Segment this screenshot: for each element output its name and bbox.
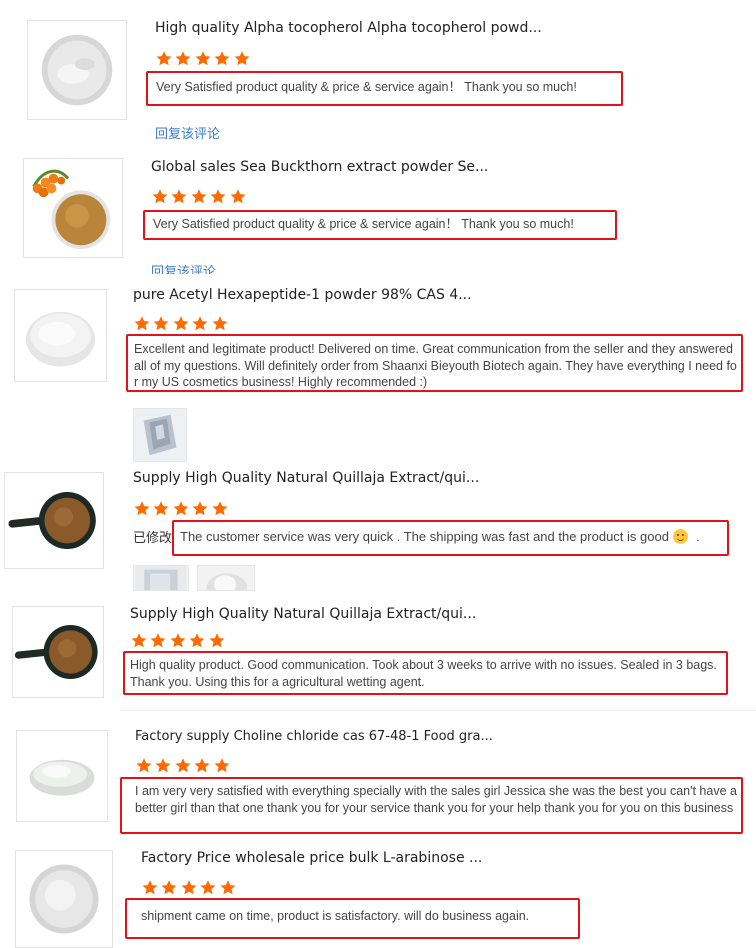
white-powder-pile-image xyxy=(16,851,112,947)
review-card: Factory Price wholesale price bulk L-ara… xyxy=(0,840,756,948)
review-card: Supply High Quality Natural Quillaja Ext… xyxy=(0,465,756,605)
rating-stars xyxy=(141,879,238,896)
review-comment: The customer service was very quick . Th… xyxy=(172,520,729,556)
star-icon xyxy=(208,632,226,649)
reply-link[interactable]: 回复该评论 xyxy=(151,261,216,274)
star-icon xyxy=(219,879,237,896)
product-title[interactable]: Supply High Quality Natural Quillaja Ext… xyxy=(130,606,476,622)
star-icon xyxy=(213,50,231,67)
product-thumbnail[interactable] xyxy=(23,158,123,258)
product-thumbnail[interactable] xyxy=(12,606,104,698)
brown-powder-pan-image xyxy=(6,473,102,568)
star-icon xyxy=(180,879,198,896)
review-comment: Very Satisfied product quality & price &… xyxy=(146,71,623,106)
star-icon xyxy=(174,757,192,774)
rating-stars xyxy=(155,50,252,67)
review-comment: Very Satisfied product quality & price &… xyxy=(143,210,617,240)
reply-link[interactable]: 回复该评论 xyxy=(155,123,220,142)
star-icon xyxy=(169,632,187,649)
star-icon xyxy=(172,315,190,332)
product-thumbnail[interactable] xyxy=(4,472,104,569)
review-comment: Excellent and legitimate product! Delive… xyxy=(126,334,743,392)
star-icon xyxy=(151,188,169,205)
white-powder-photo xyxy=(199,566,253,590)
star-icon xyxy=(141,879,159,896)
star-icon xyxy=(170,188,188,205)
review-comment: I am very very satisfied with everything… xyxy=(120,777,743,834)
star-icon xyxy=(211,500,229,517)
review-card: High quality Alpha tocopherol Alpha toco… xyxy=(0,0,756,145)
review-attachment-image[interactable] xyxy=(133,408,187,462)
star-icon xyxy=(133,500,151,517)
rating-stars xyxy=(151,188,248,205)
product-thumbnail[interactable] xyxy=(16,730,108,822)
review-comment-suffix: . xyxy=(695,529,700,544)
star-icon xyxy=(233,50,251,67)
product-title[interactable]: Global sales Sea Buckthorn extract powde… xyxy=(151,159,488,175)
rating-stars xyxy=(133,500,230,517)
star-icon xyxy=(193,757,211,774)
white-powder-bowl-image xyxy=(15,290,106,381)
rating-stars xyxy=(130,632,227,649)
product-thumbnail[interactable] xyxy=(15,850,113,948)
review-comment: shipment came on time, product is satisf… xyxy=(125,898,580,939)
rating-stars xyxy=(133,315,230,332)
star-icon xyxy=(174,50,192,67)
product-thumbnail[interactable] xyxy=(27,20,127,120)
review-card: pure Acetyl Hexapeptide-1 powder 98% CAS… xyxy=(0,275,756,465)
star-icon xyxy=(190,188,208,205)
review-comment-text: The customer service was very quick . Th… xyxy=(180,529,669,544)
review-attachment-image[interactable] xyxy=(197,565,255,591)
white-powder-image xyxy=(28,21,126,119)
star-icon xyxy=(160,879,178,896)
white-powder-dish-image xyxy=(17,731,107,821)
review-attachment-image[interactable] xyxy=(133,565,189,591)
brown-powder-pan-image xyxy=(13,607,103,697)
product-thumbnail[interactable] xyxy=(14,289,107,382)
star-icon xyxy=(229,188,247,205)
star-icon xyxy=(194,50,212,67)
brown-powder-with-berries-image xyxy=(24,159,122,257)
star-icon xyxy=(152,315,170,332)
star-icon xyxy=(199,879,217,896)
modified-label: 已修改 xyxy=(133,530,173,545)
star-icon xyxy=(130,632,148,649)
star-icon xyxy=(191,315,209,332)
star-icon xyxy=(154,757,172,774)
review-card: Global sales Sea Buckthorn extract powde… xyxy=(0,145,756,275)
powder-bag-photo xyxy=(135,566,187,590)
star-icon xyxy=(172,500,190,517)
smile-emoji-icon xyxy=(672,529,688,544)
review-comment: High quality product. Good communication… xyxy=(123,651,728,695)
product-title[interactable]: Factory Price wholesale price bulk L-ara… xyxy=(141,850,482,866)
foil-bag-photo xyxy=(134,409,186,461)
star-icon xyxy=(155,50,173,67)
star-icon xyxy=(149,632,167,649)
product-title[interactable]: Supply High Quality Natural Quillaja Ext… xyxy=(133,470,479,486)
star-icon xyxy=(135,757,153,774)
product-title[interactable]: pure Acetyl Hexapeptide-1 powder 98% CAS… xyxy=(133,287,472,303)
review-card: Factory supply Choline chloride cas 67-4… xyxy=(0,715,756,840)
star-icon xyxy=(152,500,170,517)
product-title[interactable]: High quality Alpha tocopherol Alpha toco… xyxy=(155,20,542,36)
star-icon xyxy=(209,188,227,205)
divider xyxy=(120,710,756,711)
star-icon xyxy=(191,500,209,517)
review-card: Supply High Quality Natural Quillaja Ext… xyxy=(0,605,756,710)
rating-stars xyxy=(135,757,232,774)
star-icon xyxy=(188,632,206,649)
product-title[interactable]: Factory supply Choline chloride cas 67-4… xyxy=(135,729,493,744)
star-icon xyxy=(211,315,229,332)
star-icon xyxy=(133,315,151,332)
star-icon xyxy=(213,757,231,774)
